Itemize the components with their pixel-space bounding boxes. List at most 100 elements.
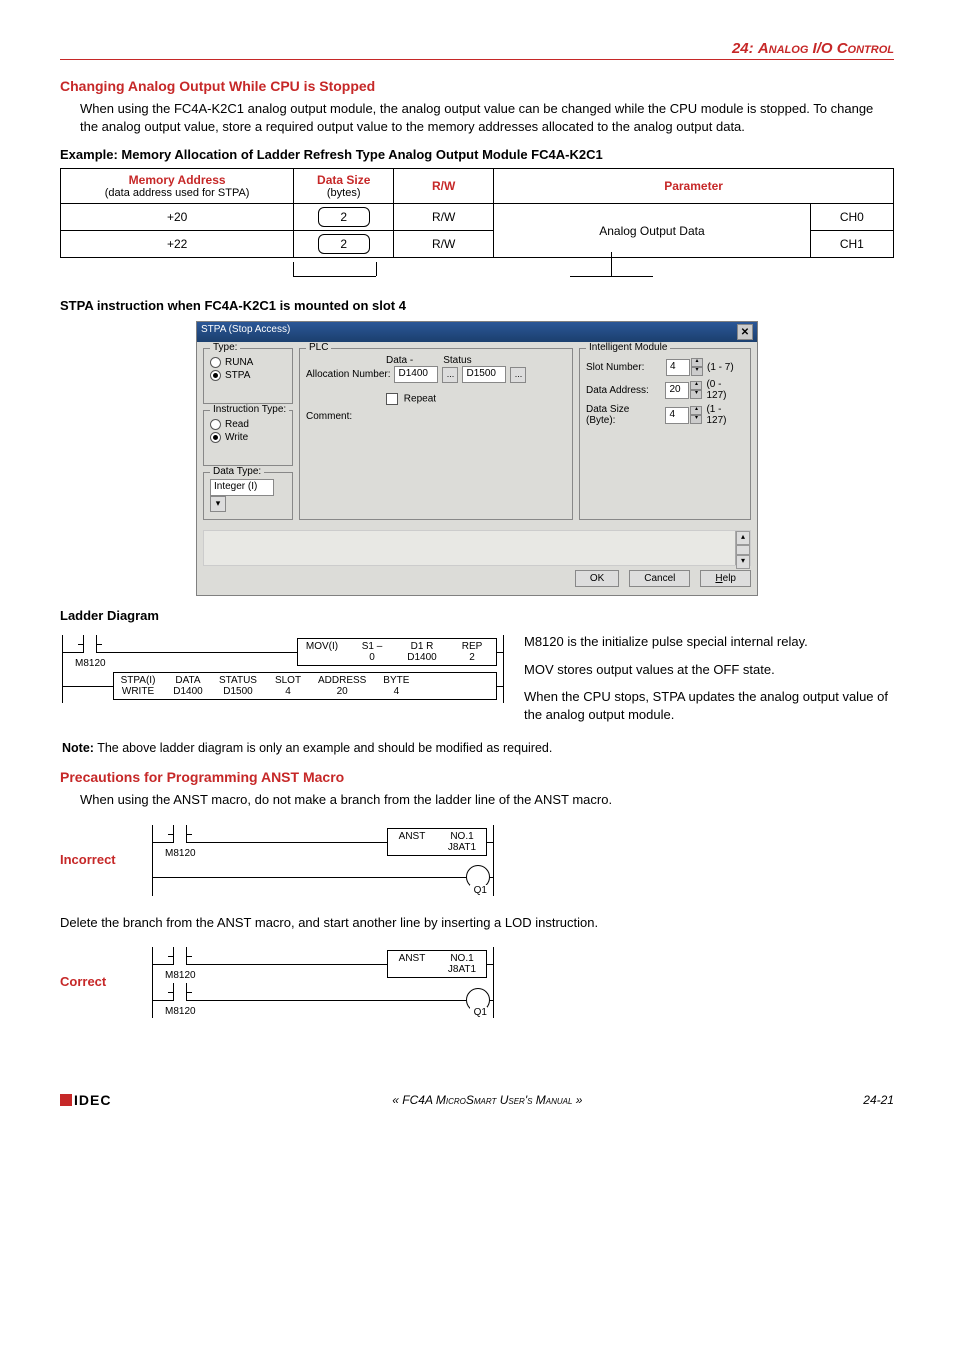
dsize-label: Data Size (Byte): <box>586 404 661 426</box>
mem-size-0: 2 <box>318 207 370 227</box>
ladder-heading: Ladder Diagram <box>60 608 894 623</box>
daddr-range: (0 - 127) <box>706 379 744 401</box>
section-para-changing: When using the FC4A-K2C1 analog output m… <box>80 100 894 135</box>
help-button[interactable]: Help <box>700 570 751 587</box>
note-text: The above ladder diagram is only an exam… <box>97 741 552 755</box>
coil-label: Q1 <box>470 885 487 896</box>
side-p3: When the CPU stops, STPA updates the ana… <box>524 688 894 723</box>
radio-read[interactable]: Read <box>210 419 286 430</box>
example-heading: Example: Memory Allocation of Ladder Ref… <box>60 147 894 162</box>
contact-label: M8120 <box>165 1006 196 1017</box>
page-number: 24-21 <box>863 1093 894 1107</box>
contact-icon <box>173 825 187 843</box>
dtype-group-label: Data Type: <box>210 466 264 477</box>
ladder-incorrect: M8120 ANST NO.1J8AT1 Q1 <box>152 825 494 896</box>
radio-runa[interactable]: RUNA <box>210 357 286 368</box>
mem-h2: Data Size <box>317 173 370 187</box>
mov-instruction: MOV(I) S1 –0 D1 RD1400 REP2 <box>297 638 497 666</box>
section-heading-changing: Changing Analog Output While CPU is Stop… <box>60 78 894 94</box>
dialog-title: STPA (Stop Access) <box>201 324 290 340</box>
contact-label: M8120 <box>165 848 196 859</box>
mem-h1: Memory Address <box>129 173 226 187</box>
alloc-label: Allocation Number: <box>306 369 390 380</box>
mem-h1b: (data address used for STPA) <box>69 187 285 199</box>
mem-h2b: (bytes) <box>302 187 385 199</box>
mem-ch-0: CH0 <box>810 204 893 231</box>
slot-range: (1 - 7) <box>707 362 734 373</box>
daddr-label: Data Address: <box>586 385 661 396</box>
dsize-input[interactable]: 4 <box>665 407 689 424</box>
scroll-up-icon[interactable]: ▴ <box>736 531 750 545</box>
logo-square-icon <box>60 1094 72 1106</box>
contact-icon <box>83 635 97 653</box>
status-label: Status <box>443 355 471 366</box>
status-input[interactable]: D1500 <box>462 366 506 383</box>
slot-label: Slot Number: <box>586 362 662 373</box>
radio-stpa[interactable]: STPA <box>210 370 286 381</box>
ladder-diagram-1: M8120 MOV(I) S1 –0 D1 RD1400 REP2 STPA(I… <box>62 635 504 703</box>
contact-icon <box>173 947 187 965</box>
mem-param: Analog Output Data <box>494 204 811 258</box>
alloc-input[interactable]: D1400 <box>394 366 438 383</box>
connector-visual <box>60 262 894 286</box>
dialog-list-area: ▴▾ <box>203 530 751 566</box>
contact-icon <box>173 983 187 1001</box>
spinner-up-icon[interactable]: ▴ <box>690 381 702 390</box>
dsize-range: (1 - 127) <box>706 404 744 426</box>
type-group-label: Type: <box>210 342 240 353</box>
ladder-correct: M8120 ANST NO.1J8AT1 M8120 Q1 <box>152 947 494 1018</box>
chevron-down-icon[interactable]: ▾ <box>210 496 226 512</box>
anst-instruction: ANST NO.1J8AT1 <box>387 828 487 856</box>
precautions-para: When using the ANST macro, do not make a… <box>80 791 894 809</box>
plc-group-label: PLC <box>306 342 331 353</box>
mem-size-1: 2 <box>318 234 370 254</box>
daddr-input[interactable]: 20 <box>665 382 689 399</box>
coil-label: Q1 <box>470 1007 487 1018</box>
close-icon[interactable]: ✕ <box>737 324 753 340</box>
dtype-select[interactable]: Integer (I) <box>210 479 274 496</box>
stpa-instruction: STPA(I)WRITE DATAD1400 STATUSD1500 SLOT4… <box>113 672 497 700</box>
mem-addr-1: +22 <box>61 231 294 258</box>
stpa-dialog: STPA (Stop Access) ✕ Type: RUNA STPA Ins… <box>196 321 758 596</box>
status-browse-button[interactable]: ... <box>510 367 526 383</box>
slot-input[interactable]: 4 <box>666 359 690 376</box>
logo-text: IDEC <box>74 1092 111 1108</box>
mem-rw-0: R/W <box>394 204 494 231</box>
repeat-checkbox[interactable] <box>386 393 398 405</box>
stpa-heading: STPA instruction when FC4A-K2C1 is mount… <box>60 298 894 313</box>
radio-write[interactable]: Write <box>210 432 286 443</box>
chapter-title: Analog I/O Control <box>758 40 894 57</box>
footer-center: « FC4A MicroSmart User's Manual » <box>392 1093 582 1107</box>
side-p2: MOV stores output values at the OFF stat… <box>524 661 894 679</box>
spinner-up-icon[interactable]: ▴ <box>691 358 703 367</box>
ok-button[interactable]: OK <box>575 570 619 587</box>
repeat-label: Repeat <box>404 394 436 405</box>
chapter-header: 24: Analog I/O Control <box>60 40 894 60</box>
precautions-heading: Precautions for Programming ANST Macro <box>60 769 894 785</box>
mem-rw-1: R/W <box>394 231 494 258</box>
anst-instruction: ANST NO.1J8AT1 <box>387 950 487 978</box>
scroll-down-icon[interactable]: ▾ <box>736 555 750 569</box>
note: Note: The above ladder diagram is only a… <box>62 741 894 755</box>
spinner-down-icon[interactable]: ▾ <box>690 415 702 424</box>
itype-group-label: Instruction Type: <box>210 404 289 415</box>
idec-logo: IDEC <box>60 1092 111 1108</box>
spinner-up-icon[interactable]: ▴ <box>690 406 702 415</box>
contact-label: M8120 <box>165 970 196 981</box>
chapter-number: 24: <box>732 40 754 57</box>
note-label: Note: <box>62 741 94 755</box>
spinner-down-icon[interactable]: ▾ <box>691 367 703 376</box>
incorrect-label: Incorrect <box>60 852 140 867</box>
spinner-down-icon[interactable]: ▾ <box>690 390 702 399</box>
mem-h3: R/W <box>394 169 494 204</box>
mem-addr-0: +20 <box>61 204 294 231</box>
memory-table: Memory Address (data address used for ST… <box>60 168 894 258</box>
contact-label: M8120 <box>75 658 106 669</box>
data-label: Data - <box>386 355 413 366</box>
alloc-browse-button[interactable]: ... <box>442 367 458 383</box>
cancel-button[interactable]: Cancel <box>629 570 690 587</box>
correct-label: Correct <box>60 974 140 989</box>
delete-para: Delete the branch from the ANST macro, a… <box>60 914 894 932</box>
side-p1: M8120 is the initialize pulse special in… <box>524 633 894 651</box>
im-group-label: Intelligent Module <box>586 342 670 353</box>
